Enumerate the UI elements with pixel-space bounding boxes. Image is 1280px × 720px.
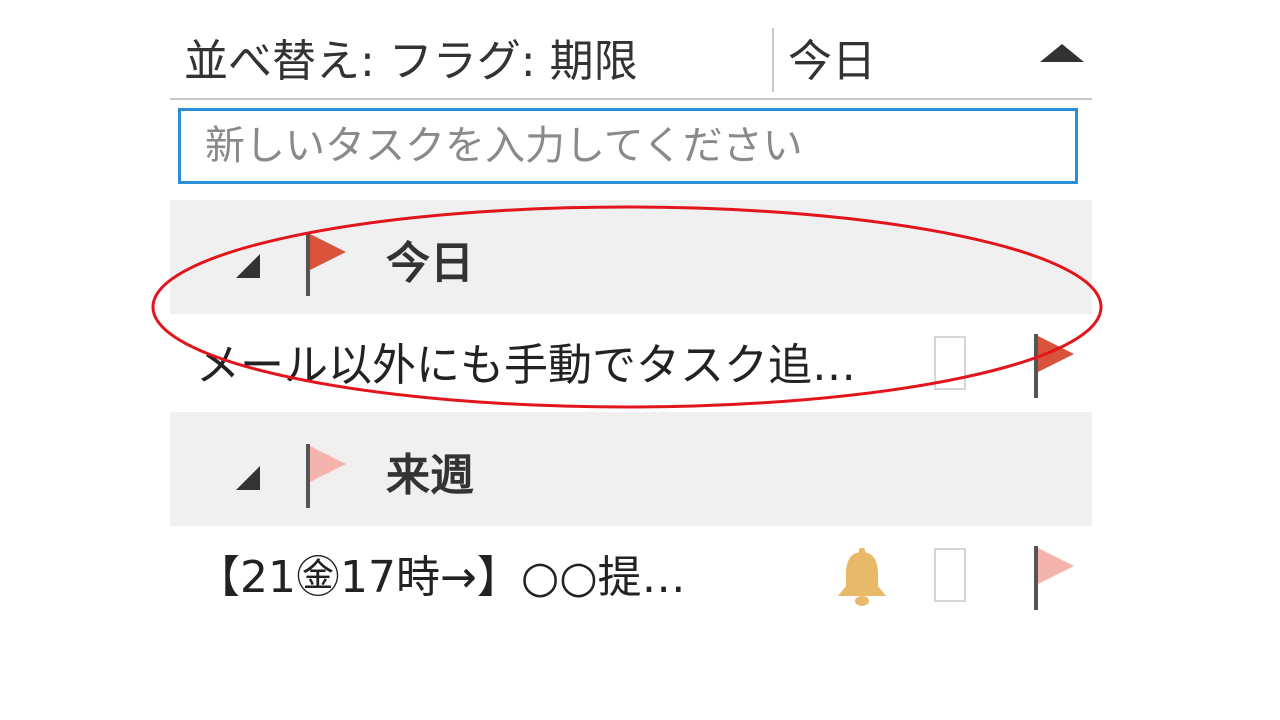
group-header-next-week[interactable]: 来週 — [170, 412, 1092, 526]
new-task-input[interactable] — [181, 111, 1075, 181]
sort-direction-toggle[interactable] — [1032, 44, 1092, 84]
bell-icon — [838, 548, 886, 606]
flag-icon[interactable] — [1032, 540, 1082, 610]
flag-icon[interactable] — [1032, 328, 1082, 398]
group-title: 今日 — [386, 238, 474, 289]
task-subject[interactable]: 【21㊎17時→】○○提… — [196, 550, 686, 606]
sort-label[interactable]: 並べ替え: フラグ: 期限 — [184, 34, 638, 90]
collapse-triangle-icon[interactable] — [232, 250, 264, 282]
category-box[interactable] — [934, 336, 966, 390]
group-title: 来週 — [386, 450, 474, 501]
group-header-today[interactable]: 今日 — [170, 200, 1092, 314]
sort-bar: 並べ替え: フラグ: 期限 今日 — [170, 20, 1092, 100]
task-list-panel: 並べ替え: フラグ: 期限 今日 今日 メール以外にも手動でタスク追… — [170, 20, 1092, 628]
task-row[interactable]: メール以外にも手動でタスク追… — [170, 320, 1092, 416]
flag-icon — [306, 444, 346, 508]
collapse-triangle-icon[interactable] — [232, 462, 264, 494]
task-row[interactable]: 【21㊎17時→】○○提… — [170, 532, 1092, 628]
triangle-up-icon — [1040, 44, 1084, 62]
sort-value[interactable]: 今日 — [788, 34, 876, 90]
new-task-field[interactable] — [178, 108, 1078, 184]
category-box[interactable] — [934, 548, 966, 602]
task-subject[interactable]: メール以外にも手動でタスク追… — [196, 338, 856, 394]
flag-icon — [306, 232, 346, 296]
sort-divider — [772, 28, 774, 92]
